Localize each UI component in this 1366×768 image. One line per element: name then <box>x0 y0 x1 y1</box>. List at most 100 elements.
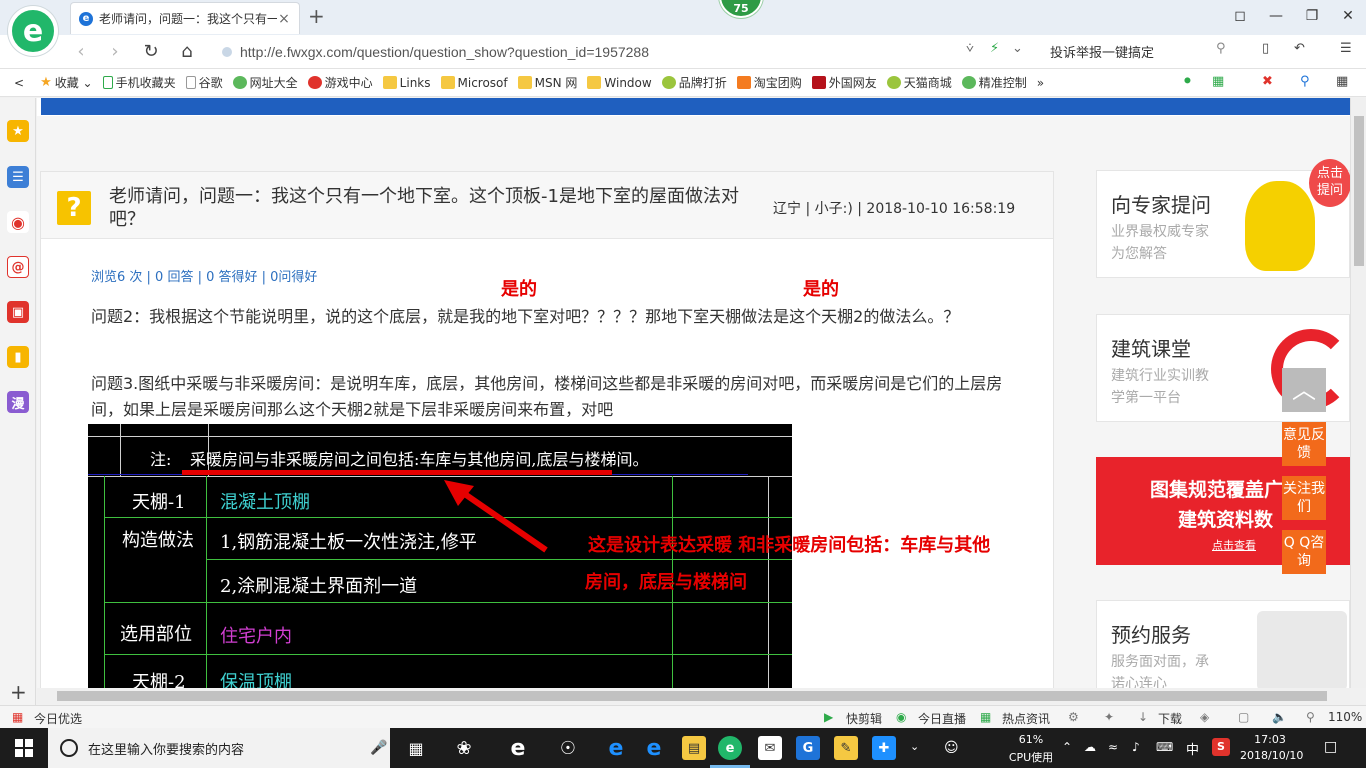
search-icon[interactable]: ⚲ <box>1300 74 1310 89</box>
bookmark-links[interactable]: Links <box>382 76 431 90</box>
bookmark-hao123[interactable]: 网址大全 <box>232 74 298 91</box>
file-explorer-icon[interactable]: ▤ <box>682 736 706 760</box>
new-tab-button[interactable]: + <box>308 4 325 28</box>
bookmark-taobao[interactable]: 淘宝团购 <box>736 74 802 91</box>
scissors-icon[interactable]: ✖ <box>1262 74 1273 89</box>
bookmark-msn[interactable]: MSN 网 <box>517 74 577 91</box>
skin-icon[interactable]: ◻ <box>1222 0 1258 32</box>
keyboard-icon[interactable]: ⌨ <box>1156 740 1173 754</box>
bookmark-windows[interactable]: Window <box>587 76 652 90</box>
horizontal-scrollbar[interactable] <box>37 688 1350 704</box>
maximize-button[interactable]: ❐ <box>1294 0 1330 32</box>
clock-time[interactable]: 17:03 <box>1240 733 1300 746</box>
tray-chevron-up-icon[interactable]: ⌃ <box>1062 740 1072 754</box>
follow-us-button[interactable]: 关注我们 <box>1282 476 1326 520</box>
chrome-like-icon[interactable]: ☉ <box>556 736 580 760</box>
lightning-icon[interactable]: ⚡ <box>990 41 999 56</box>
report-link[interactable]: 投诉举报一键搞定 <box>1050 42 1154 61</box>
ie-mode-icon[interactable]: ◈ <box>1200 710 1209 724</box>
microphone-icon[interactable]: 🎤 <box>370 740 390 756</box>
bookmarks-collapse-icon[interactable]: < <box>14 76 24 90</box>
bookmark-brand-sale[interactable]: 品牌打折 <box>661 74 727 91</box>
question-stats[interactable]: 浏览6 次 | 0 回答 | 0 答得好 | 0问得好 <box>91 266 317 285</box>
share-icon[interactable]: ⩒ <box>966 41 974 56</box>
glodon-icon[interactable]: G <box>796 736 820 760</box>
pin-icon[interactable]: ✦ <box>1104 710 1114 724</box>
home-button[interactable]: ⌂ <box>176 41 198 63</box>
bookmark-precise[interactable]: 精准控制 <box>961 74 1027 91</box>
zoom-level[interactable]: 110% <box>1328 710 1362 724</box>
download-link[interactable]: 下载 <box>1158 710 1182 727</box>
ad-appointment[interactable]: 预约服务 服务面对面，承 诺心连心 <box>1096 600 1350 688</box>
fan-app-icon[interactable]: ❀ <box>452 736 476 760</box>
people-icon[interactable]: ☺ <box>944 740 959 756</box>
vertical-scroll-thumb[interactable] <box>1354 116 1364 266</box>
forward-button[interactable]: › <box>104 41 126 63</box>
comic-icon[interactable]: 漫 <box>7 391 29 413</box>
browser-logo[interactable]: e <box>8 6 58 56</box>
tool-icon[interactable]: ✚ <box>872 736 896 760</box>
browser-tab[interactable]: e 老师请问，问题一：我这个只有一 × <box>70 2 300 34</box>
close-window-button[interactable]: ✕ <box>1330 0 1366 32</box>
wifi-icon[interactable]: ≈ <box>1108 740 1118 754</box>
input-method-indicator[interactable]: 中 <box>1186 739 1199 758</box>
hot-news-link[interactable]: 热点资讯 <box>1002 710 1050 727</box>
edge-icon[interactable]: e <box>604 736 628 761</box>
bookmark-games[interactable]: 游戏中心 <box>307 74 373 91</box>
bookmark-foreign[interactable]: 外国网友 <box>811 74 877 91</box>
volume-icon[interactable]: 🔈 <box>1272 710 1287 724</box>
back-button[interactable]: ‹ <box>70 41 92 63</box>
ad-ask-expert[interactable]: 向专家提问 业界最权威专家 为您解答 点击提问 <box>1096 159 1350 278</box>
site-info-icon[interactable] <box>222 47 232 57</box>
clock-date[interactable]: 2018/10/10 <box>1240 749 1303 762</box>
apps-icon[interactable]: ▦ <box>1336 74 1348 89</box>
undo-icon[interactable]: ↶ <box>1294 41 1305 56</box>
live-link[interactable]: 今日直播 <box>918 710 966 727</box>
task-view-icon[interactable]: ▦ <box>404 736 428 760</box>
window-icon[interactable]: ▢ <box>1238 710 1249 724</box>
refresh-button[interactable]: ↻ <box>140 41 162 63</box>
star-icon[interactable]: ★ <box>7 120 29 142</box>
chevron-down-icon[interactable]: ⌄ <box>1012 41 1023 56</box>
ie-icon[interactable]: e <box>642 736 666 761</box>
volume-icon[interactable]: ♪ <box>1132 740 1140 754</box>
taskbar-search[interactable]: 在这里输入你要搜索的内容 🎤 <box>48 728 390 768</box>
overflow-icon[interactable]: ⌄ <box>910 740 919 753</box>
bookmark-favorites[interactable]: ★ 收藏 ⌄ <box>40 74 93 91</box>
list-icon[interactable]: ☰ <box>7 166 29 188</box>
bookmark-microsoft[interactable]: Microsof <box>440 76 508 90</box>
browser-e-icon[interactable]: e <box>506 736 530 761</box>
quick-edit-link[interactable]: 快剪辑 <box>846 710 882 727</box>
bookmark-google[interactable]: 谷歌 <box>185 74 223 91</box>
grid-icon[interactable]: ▦ <box>1212 74 1224 89</box>
search-icon[interactable]: ⚲ <box>1216 41 1226 56</box>
bookmark-tmall[interactable]: 天猫商城 <box>886 74 952 91</box>
weibo-icon[interactable]: ◉ <box>7 211 29 233</box>
sidebar-add-button[interactable]: + <box>10 680 27 704</box>
speed-icon[interactable]: ⚙ <box>1068 710 1079 724</box>
ask-bubble[interactable]: 点击提问 <box>1309 159 1350 207</box>
mail-icon[interactable]: @ <box>7 256 29 278</box>
network-app-icon[interactable]: ☁ <box>1084 740 1096 754</box>
menu-icon[interactable]: ☰ <box>1340 41 1352 56</box>
back-to-top-button[interactable]: ︿ <box>1282 368 1326 412</box>
notification-center-icon[interactable]: □ <box>1324 739 1337 755</box>
mail-icon[interactable]: ✉ <box>758 736 782 760</box>
game-icon[interactable]: ▣ <box>7 301 29 323</box>
windows-start-button[interactable] <box>0 728 48 768</box>
zoom-icon[interactable]: ⚲ <box>1306 710 1315 724</box>
feedback-button[interactable]: 意见反馈 <box>1282 422 1326 466</box>
sogou-s-icon[interactable]: S <box>1212 738 1230 756</box>
shield-icon[interactable]: ⚫ <box>1182 74 1193 89</box>
today-picks-link[interactable]: 今日优选 <box>34 710 82 727</box>
minimize-button[interactable]: — <box>1258 0 1294 32</box>
bookmarks-more-icon[interactable]: » <box>1037 76 1044 90</box>
360-browser-icon[interactable]: e <box>718 736 742 760</box>
url-field[interactable]: http://e.fwxgx.com/question/question_sho… <box>222 40 1032 64</box>
bookmark-mobile[interactable]: 手机收藏夹 <box>102 74 176 91</box>
horizontal-scroll-thumb[interactable] <box>57 691 1327 701</box>
vertical-scrollbar[interactable] <box>1350 98 1366 688</box>
notes-icon[interactable]: ✎ <box>834 736 858 760</box>
book-icon[interactable]: ▮ <box>7 346 29 368</box>
score-badge[interactable]: 75 <box>719 0 763 18</box>
